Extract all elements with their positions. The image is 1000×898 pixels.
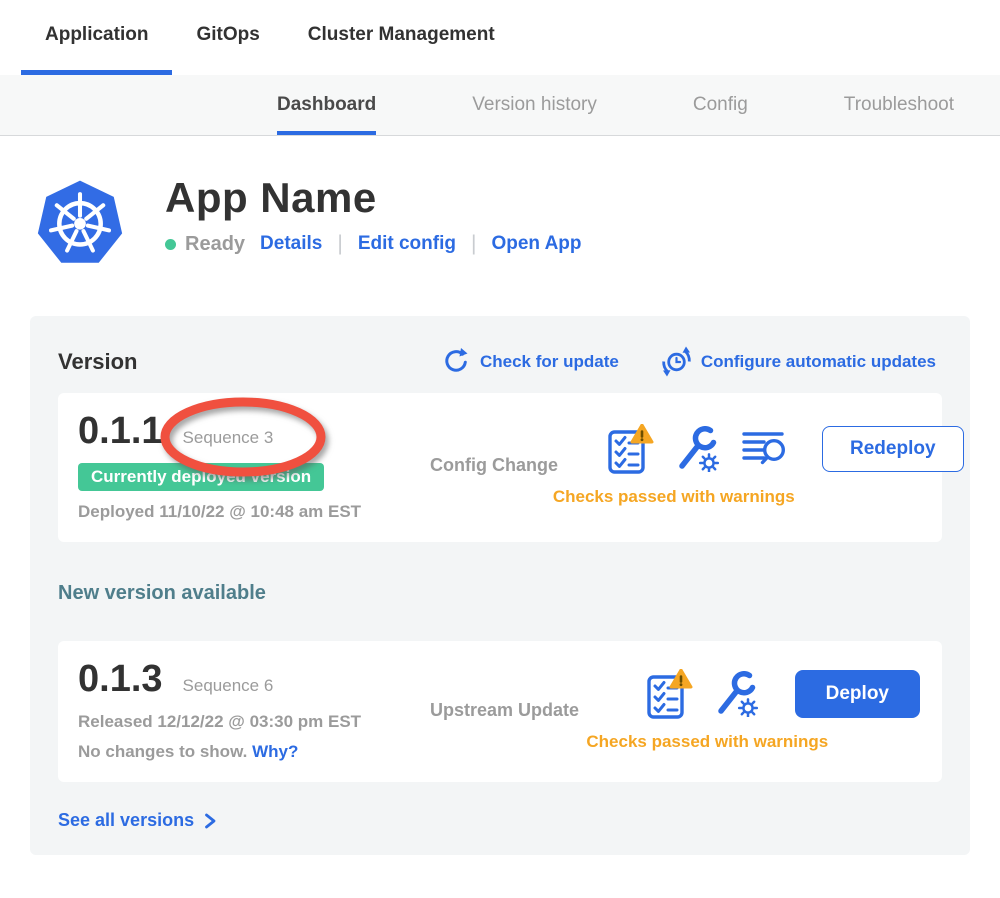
app-sub-nav: Dashboard Version history Config Trouble…: [0, 75, 1000, 136]
checklist-icon[interactable]: [647, 669, 693, 719]
open-app-link[interactable]: Open App: [491, 233, 581, 255]
divider: |: [471, 232, 476, 256]
status-label: Ready: [185, 233, 245, 256]
clock-refresh-icon: [661, 346, 692, 377]
refresh-icon: [441, 347, 471, 377]
currently-deployed-badge: Currently deployed version: [78, 463, 324, 491]
tab-application[interactable]: Application: [21, 0, 172, 75]
see-all-versions-label: See all versions: [58, 810, 194, 831]
available-version-card: 0.1.3 Sequence 6 Released 12/12/22 @ 03:…: [58, 641, 942, 783]
check-for-update-link[interactable]: Check for update: [441, 347, 619, 377]
configure-automatic-updates-link[interactable]: Configure automatic updates: [661, 346, 936, 377]
tab-troubleshoot[interactable]: Troubleshoot: [844, 75, 954, 135]
check-for-update-label: Check for update: [480, 352, 619, 372]
wrench-gear-icon[interactable]: [714, 671, 760, 717]
list-search-icon[interactable]: [742, 428, 787, 470]
available-version-source: Upstream Update: [430, 700, 608, 721]
version-panel: Version Check for update Configure: [30, 316, 970, 855]
divider: |: [337, 232, 342, 256]
chevron-right-icon: [204, 813, 217, 829]
current-version-source: Config Change: [430, 455, 608, 476]
configure-automatic-updates-label: Configure automatic updates: [701, 352, 936, 372]
main-nav: Application GitOps Cluster Management: [0, 0, 1000, 75]
see-all-versions-link[interactable]: See all versions: [58, 810, 217, 831]
tab-gitops[interactable]: GitOps: [172, 0, 283, 75]
page-title: App Name: [165, 176, 582, 220]
available-checks-status: Checks passed with warnings: [586, 732, 828, 752]
current-version-card: 0.1.1 Sequence 3 Currently deployed vers…: [58, 393, 942, 542]
checklist-icon[interactable]: [608, 424, 654, 474]
version-heading: Version: [58, 349, 137, 375]
app-header: App Name Ready Details | Edit config | O…: [35, 174, 1000, 270]
status-badge: Ready: [165, 233, 245, 256]
current-checks-status: Checks passed with warnings: [553, 487, 795, 507]
tab-version-history[interactable]: Version history: [472, 75, 597, 135]
deployed-timestamp: Deployed 11/10/22 @ 10:48 am EST: [78, 502, 430, 522]
details-link[interactable]: Details: [260, 233, 322, 255]
why-link[interactable]: Why?: [252, 742, 298, 761]
new-version-heading: New version available: [58, 582, 942, 605]
edit-config-link[interactable]: Edit config: [358, 233, 456, 255]
app-status-row: Ready Details | Edit config | Open App: [165, 232, 582, 256]
green-dot-icon: [165, 239, 176, 250]
current-version-number: 0.1.1: [78, 410, 163, 454]
no-changes-line: No changes to show. Why?: [78, 742, 430, 762]
kubernetes-logo: [35, 174, 125, 270]
available-version-number: 0.1.3: [78, 658, 163, 702]
no-changes-text: No changes to show.: [78, 742, 247, 761]
redeploy-button[interactable]: Redeploy: [822, 426, 964, 472]
available-version-sequence: Sequence 6: [183, 676, 274, 696]
tab-dashboard[interactable]: Dashboard: [277, 75, 376, 135]
wrench-gear-icon[interactable]: [675, 426, 721, 472]
tab-cluster-management[interactable]: Cluster Management: [284, 0, 519, 75]
released-timestamp: Released 12/12/22 @ 03:30 pm EST: [78, 712, 430, 732]
current-version-sequence: Sequence 3: [183, 428, 274, 448]
deploy-button[interactable]: Deploy: [795, 670, 920, 718]
tab-config[interactable]: Config: [693, 75, 748, 135]
